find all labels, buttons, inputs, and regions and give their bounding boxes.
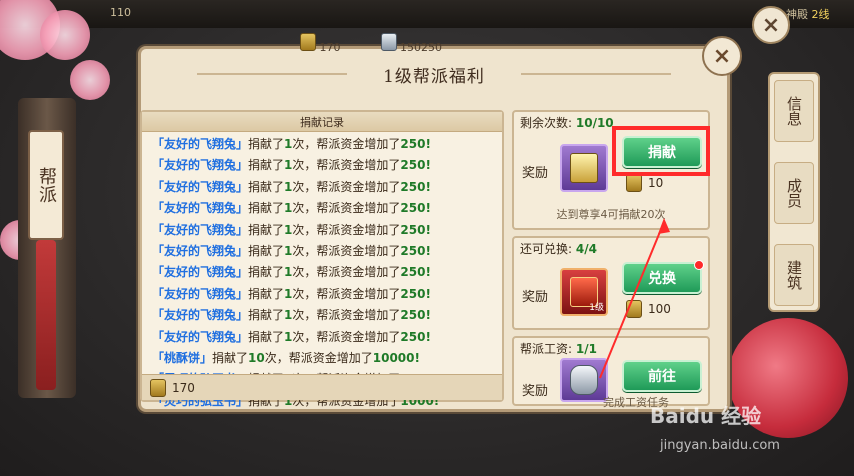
silver-value: 150250	[400, 40, 442, 54]
coin-display: 170	[300, 32, 341, 54]
silver-icon	[380, 32, 397, 51]
coin-value: 170	[319, 40, 341, 54]
coin-icon	[300, 32, 316, 51]
close-icon: ×	[712, 43, 732, 69]
currency-bar: 170 150250	[300, 32, 550, 54]
dialog-close-button[interactable]: ×	[702, 36, 742, 76]
watermark-url: jingyan.baidu.com	[660, 438, 780, 453]
silver-display: 150250	[380, 32, 442, 54]
watermark-logo: Baidu 经验	[650, 404, 762, 428]
